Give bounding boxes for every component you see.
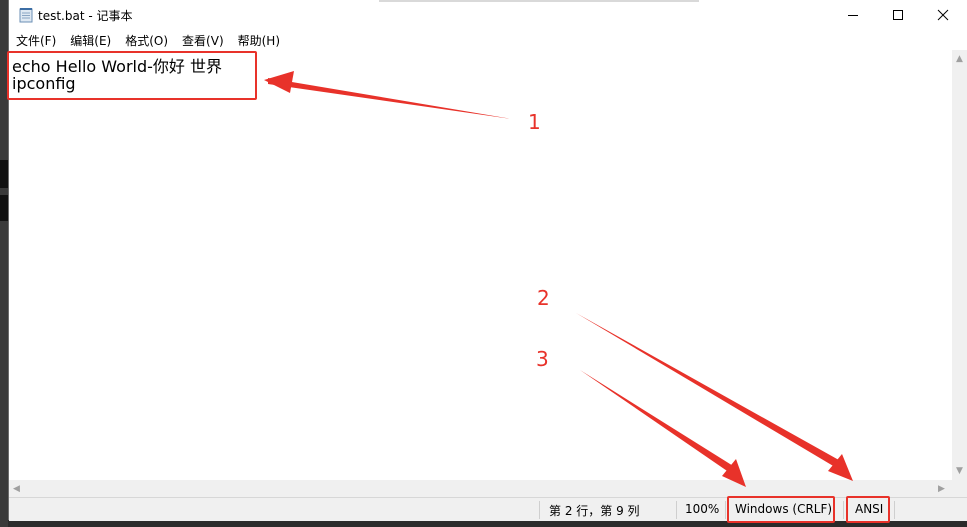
background-window-strip [0, 0, 8, 527]
minimize-icon [848, 15, 858, 16]
status-divider [894, 501, 895, 519]
minimize-button[interactable] [830, 0, 876, 30]
editor-line[interactable]: ipconfig [12, 74, 76, 93]
notepad-window: test.bat - 记事本 文件(F) 编辑(E) 格式(O) 查看(V) 帮… [8, 0, 967, 521]
menu-bar: 文件(F) 编辑(E) 格式(O) 查看(V) 帮助(H) [9, 30, 967, 50]
status-divider [676, 501, 677, 519]
scrollbar-corner [952, 480, 967, 497]
status-cursor-position: 第 2 行，第 9 列 [549, 504, 640, 518]
title-shadow [379, 0, 699, 2]
maximize-button[interactable] [875, 0, 921, 30]
menu-file[interactable]: 文件(F) [9, 30, 63, 50]
scroll-left-icon[interactable]: ◀ [13, 484, 20, 494]
scroll-right-icon[interactable]: ▶ [938, 484, 945, 494]
status-divider [843, 501, 844, 519]
status-encoding: ANSI [855, 502, 884, 516]
scroll-up-icon[interactable]: ▲ [956, 54, 963, 64]
text-editor[interactable]: echo Hello World-你好 世界 ipconfig [9, 50, 952, 480]
close-icon [937, 9, 949, 21]
title-bar[interactable]: test.bat - 记事本 [9, 0, 967, 30]
notepad-icon [19, 7, 33, 23]
status-bar: 第 2 行，第 9 列 100% Windows (CRLF) ANSI [9, 497, 967, 521]
menu-view[interactable]: 查看(V) [175, 30, 231, 50]
horizontal-scrollbar[interactable]: ◀ ▶ [9, 480, 952, 497]
status-line-ending: Windows (CRLF) [735, 502, 833, 516]
status-divider [725, 501, 726, 519]
vertical-scrollbar[interactable]: ▲ ▼ [952, 50, 967, 480]
menu-help[interactable]: 帮助(H) [231, 30, 287, 50]
menu-edit[interactable]: 编辑(E) [63, 30, 118, 50]
status-zoom: 100% [685, 502, 720, 516]
status-divider [539, 501, 540, 519]
background-block [0, 195, 8, 221]
close-button[interactable] [920, 0, 966, 30]
window-title: test.bat - 记事本 [38, 9, 133, 23]
background-block [0, 160, 8, 188]
scroll-down-icon[interactable]: ▼ [956, 466, 963, 476]
maximize-icon [893, 10, 903, 20]
menu-format[interactable]: 格式(O) [118, 30, 175, 50]
